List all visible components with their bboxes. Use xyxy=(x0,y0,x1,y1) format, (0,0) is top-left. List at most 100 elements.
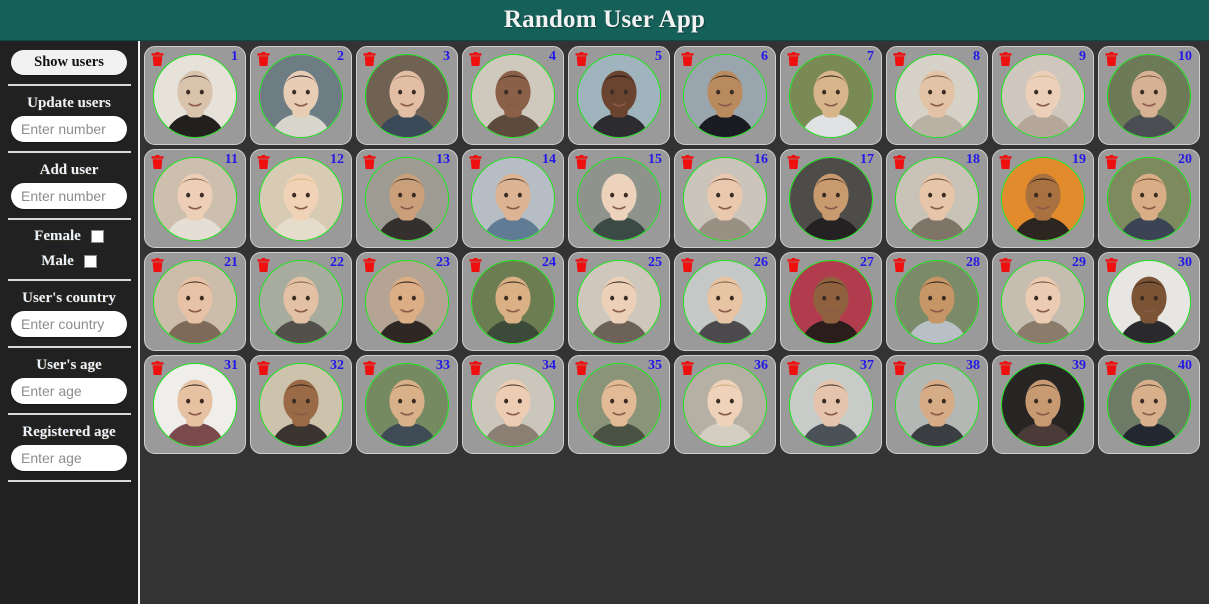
user-card[interactable]: 25 xyxy=(568,252,670,351)
trash-icon[interactable] xyxy=(1105,52,1118,67)
user-card[interactable]: 23 xyxy=(356,252,458,351)
user-card-number: 16 xyxy=(754,152,768,167)
user-card[interactable]: 30 xyxy=(1098,252,1200,351)
user-card[interactable]: 21 xyxy=(144,252,246,351)
trash-icon[interactable] xyxy=(1105,258,1118,273)
trash-icon[interactable] xyxy=(893,155,906,170)
trash-icon[interactable] xyxy=(469,52,482,67)
trash-icon[interactable] xyxy=(469,155,482,170)
trash-icon[interactable] xyxy=(999,361,1012,376)
trash-icon[interactable] xyxy=(363,52,376,67)
trash-icon[interactable] xyxy=(787,258,800,273)
trash-icon[interactable] xyxy=(151,258,164,273)
trash-icon[interactable] xyxy=(1105,361,1118,376)
user-card[interactable]: 33 xyxy=(356,355,458,454)
user-card[interactable]: 6 xyxy=(674,46,776,145)
user-card[interactable]: 29 xyxy=(992,252,1094,351)
trash-icon[interactable] xyxy=(469,258,482,273)
user-card[interactable]: 7 xyxy=(780,46,882,145)
user-card[interactable]: 35 xyxy=(568,355,670,454)
trash-icon[interactable] xyxy=(893,52,906,67)
user-card[interactable]: 16 xyxy=(674,149,776,248)
avatar xyxy=(1001,53,1085,138)
user-card[interactable]: 36 xyxy=(674,355,776,454)
user-card[interactable]: 8 xyxy=(886,46,988,145)
trash-icon[interactable] xyxy=(151,361,164,376)
update-users-input[interactable] xyxy=(11,116,127,142)
avatar xyxy=(789,259,873,344)
trash-icon[interactable] xyxy=(999,52,1012,67)
trash-icon[interactable] xyxy=(787,155,800,170)
user-card[interactable]: 3 xyxy=(356,46,458,145)
user-card-number: 10 xyxy=(1178,49,1192,64)
trash-icon[interactable] xyxy=(257,258,270,273)
trash-icon[interactable] xyxy=(575,361,588,376)
user-card[interactable]: 15 xyxy=(568,149,670,248)
user-card-number: 37 xyxy=(860,358,874,373)
user-card[interactable]: 11 xyxy=(144,149,246,248)
user-age-input[interactable] xyxy=(11,378,127,404)
user-card[interactable]: 9 xyxy=(992,46,1094,145)
trash-icon[interactable] xyxy=(151,52,164,67)
trash-icon[interactable] xyxy=(151,155,164,170)
user-card[interactable]: 4 xyxy=(462,46,564,145)
male-checkbox[interactable] xyxy=(83,255,97,268)
avatar xyxy=(1107,156,1191,241)
user-card[interactable]: 13 xyxy=(356,149,458,248)
user-card-number: 22 xyxy=(330,255,344,270)
sidebar-divider xyxy=(7,480,131,482)
user-card[interactable]: 31 xyxy=(144,355,246,454)
user-card[interactable]: 2 xyxy=(250,46,352,145)
trash-icon[interactable] xyxy=(257,155,270,170)
trash-icon[interactable] xyxy=(999,155,1012,170)
trash-icon[interactable] xyxy=(257,52,270,67)
user-card[interactable]: 10 xyxy=(1098,46,1200,145)
trash-icon[interactable] xyxy=(681,52,694,67)
user-card[interactable]: 40 xyxy=(1098,355,1200,454)
show-users-button[interactable]: Show users xyxy=(11,50,127,75)
update-users-label: Update users xyxy=(27,95,111,111)
trash-icon[interactable] xyxy=(363,361,376,376)
add-user-input[interactable] xyxy=(11,183,127,209)
trash-icon[interactable] xyxy=(257,361,270,376)
trash-icon[interactable] xyxy=(787,52,800,67)
user-card[interactable]: 14 xyxy=(462,149,564,248)
trash-icon[interactable] xyxy=(681,258,694,273)
trash-icon[interactable] xyxy=(363,155,376,170)
user-card[interactable]: 37 xyxy=(780,355,882,454)
user-card[interactable]: 19 xyxy=(992,149,1094,248)
trash-icon[interactable] xyxy=(787,361,800,376)
user-card[interactable]: 20 xyxy=(1098,149,1200,248)
registered-age-input[interactable] xyxy=(11,445,127,471)
user-card[interactable]: 38 xyxy=(886,355,988,454)
user-card[interactable]: 18 xyxy=(886,149,988,248)
user-card[interactable]: 28 xyxy=(886,252,988,351)
trash-icon[interactable] xyxy=(681,155,694,170)
user-country-input[interactable] xyxy=(11,311,127,337)
female-checkbox[interactable] xyxy=(90,230,104,243)
user-card[interactable]: 24 xyxy=(462,252,564,351)
user-card-number: 13 xyxy=(436,152,450,167)
user-card[interactable]: 32 xyxy=(250,355,352,454)
avatar xyxy=(153,259,237,344)
user-card[interactable]: 12 xyxy=(250,149,352,248)
trash-icon[interactable] xyxy=(1105,155,1118,170)
trash-icon[interactable] xyxy=(575,258,588,273)
trash-icon[interactable] xyxy=(893,361,906,376)
trash-icon[interactable] xyxy=(575,155,588,170)
user-card[interactable]: 27 xyxy=(780,252,882,351)
user-card[interactable]: 26 xyxy=(674,252,776,351)
user-card[interactable]: 34 xyxy=(462,355,564,454)
trash-icon[interactable] xyxy=(999,258,1012,273)
user-card[interactable]: 1 xyxy=(144,46,246,145)
user-card[interactable]: 22 xyxy=(250,252,352,351)
user-card[interactable]: 17 xyxy=(780,149,882,248)
trash-icon[interactable] xyxy=(363,258,376,273)
trash-icon[interactable] xyxy=(681,361,694,376)
trash-icon[interactable] xyxy=(893,258,906,273)
user-card[interactable]: 39 xyxy=(992,355,1094,454)
trash-icon[interactable] xyxy=(469,361,482,376)
trash-icon[interactable] xyxy=(575,52,588,67)
user-card-number: 17 xyxy=(860,152,874,167)
user-card[interactable]: 5 xyxy=(568,46,670,145)
